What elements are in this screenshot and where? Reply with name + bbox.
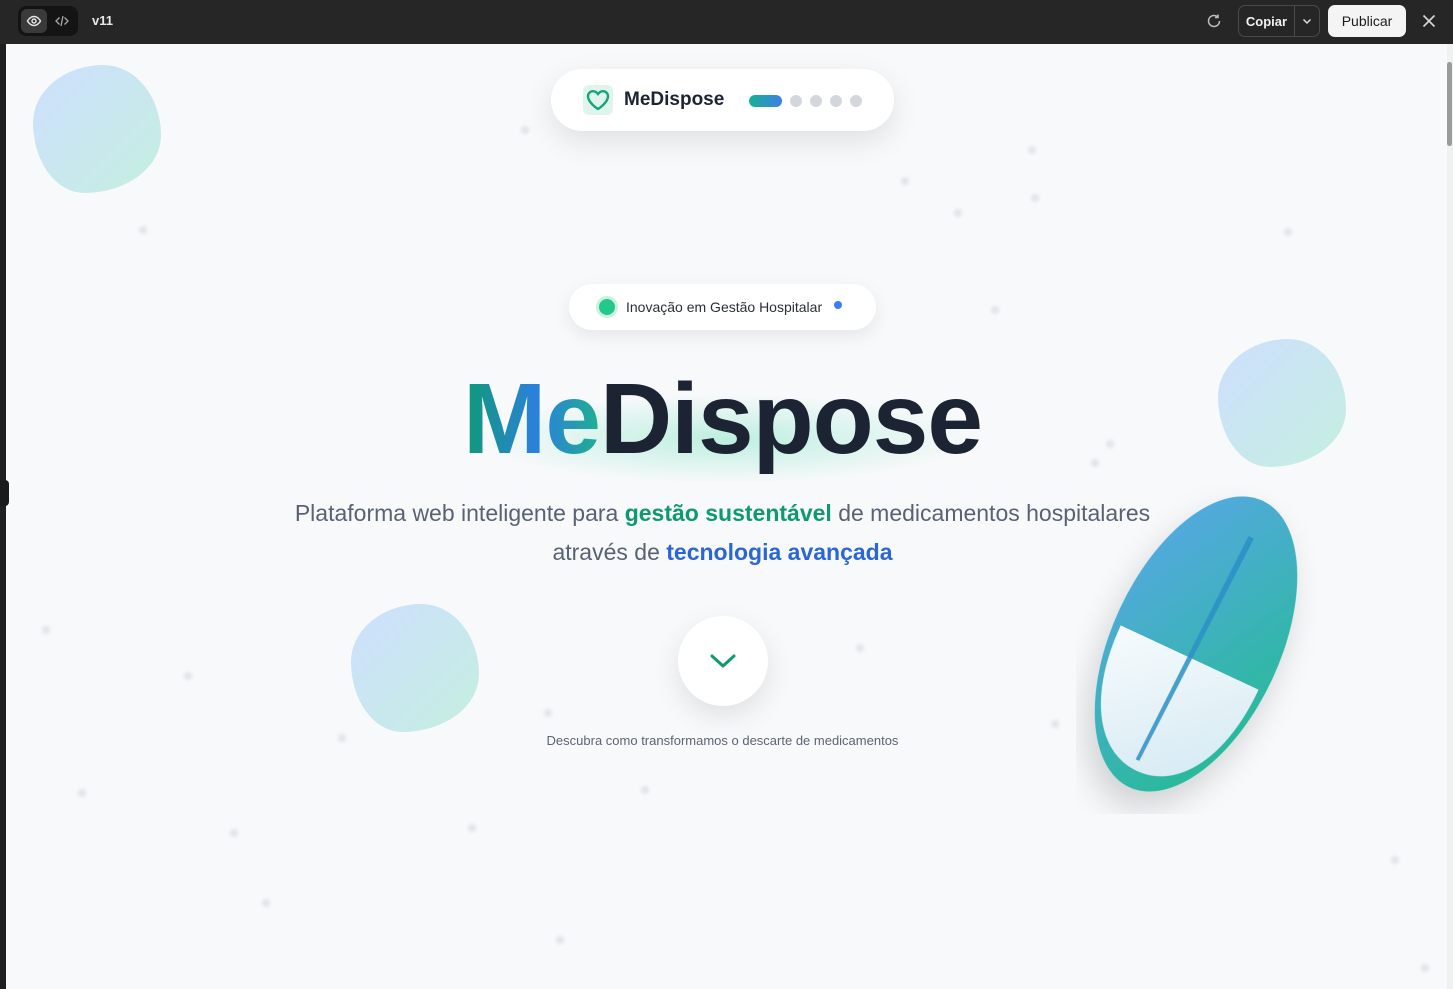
preview-frame: MeDispose Inovação em Gestão Hospitalar … <box>6 44 1447 989</box>
decorative-speck <box>139 226 147 234</box>
refresh-icon <box>1207 14 1221 28</box>
decorative-speck <box>184 672 192 680</box>
decorative-blob <box>33 65 161 193</box>
preview-toggle-button[interactable] <box>21 9 47 33</box>
resize-handle[interactable] <box>0 480 9 506</box>
close-icon <box>1422 14 1436 28</box>
badge-text: Inovação em Gestão Hospitalar <box>626 299 823 315</box>
scrollbar-track[interactable] <box>1447 44 1453 989</box>
decorative-speck <box>230 829 238 837</box>
decorative-speck <box>901 177 909 185</box>
decorative-speck <box>1391 856 1399 864</box>
chevron-down-icon <box>1302 18 1312 25</box>
decorative-blob <box>351 604 479 732</box>
view-toggle <box>18 6 78 36</box>
subtitle-text: através de <box>552 539 667 565</box>
decorative-speck <box>521 126 529 134</box>
logo[interactable] <box>583 85 613 115</box>
subtitle-text: Plataforma web inteligente para <box>294 500 625 526</box>
capsule-icon <box>1094 496 1298 792</box>
subtitle-highlight-blue: tecnologia avançada <box>666 539 893 565</box>
decorative-speck <box>78 789 86 797</box>
section-dot-3[interactable] <box>810 95 822 107</box>
version-label: v11 <box>92 13 113 28</box>
section-dot-1[interactable] <box>749 95 782 107</box>
hero-title: MeDispose <box>6 362 1439 477</box>
eye-icon <box>26 15 42 27</box>
section-dot-2[interactable] <box>790 95 802 107</box>
decorative-speck <box>262 899 270 907</box>
decorative-speck <box>1031 194 1039 202</box>
decorative-speck <box>641 786 649 794</box>
decorative-speck <box>856 644 864 652</box>
chevron-down-icon <box>710 654 736 668</box>
capsule-illustration <box>1076 484 1316 814</box>
decorative-speck <box>556 936 564 944</box>
section-dot-4[interactable] <box>830 95 842 107</box>
decorative-speck <box>954 209 962 217</box>
code-icon <box>55 15 69 27</box>
scroll-down-button[interactable] <box>678 616 768 706</box>
innovation-badge: Inovação em Gestão Hospitalar <box>569 284 876 330</box>
decorative-speck <box>468 824 476 832</box>
status-dot <box>599 299 615 315</box>
navigation-pill: MeDispose <box>551 69 894 131</box>
publish-button[interactable]: Publicar <box>1328 5 1406 37</box>
section-indicator <box>749 95 862 107</box>
close-button[interactable] <box>1418 10 1440 32</box>
decorative-speck <box>991 306 999 314</box>
code-toggle-button[interactable] <box>49 9 75 33</box>
hero-title-main: Dispose <box>599 363 983 475</box>
copy-button[interactable]: Copiar <box>1239 6 1295 36</box>
decorative-speck <box>42 626 50 634</box>
decorative-speck <box>1421 964 1429 972</box>
heart-icon <box>586 90 610 111</box>
badge-accent-dot <box>834 301 842 309</box>
editor-toolbar: v11 Copiar Publicar <box>0 0 1453 44</box>
hero-title-accent: Me <box>463 363 601 475</box>
subtitle-highlight-green: gestão sustentável <box>624 500 832 526</box>
nav-brand-name[interactable]: MeDispose <box>624 89 724 111</box>
copy-button-group: Copiar <box>1238 5 1320 37</box>
decorative-speck <box>1284 228 1292 236</box>
decorative-speck <box>1028 146 1036 154</box>
scrollbar-thumb[interactable] <box>1447 62 1452 146</box>
decorative-speck <box>544 709 552 717</box>
copy-dropdown-button[interactable] <box>1295 6 1319 36</box>
refresh-button[interactable] <box>1203 10 1225 32</box>
decorative-speck <box>1051 720 1059 728</box>
section-dot-5[interactable] <box>850 95 862 107</box>
